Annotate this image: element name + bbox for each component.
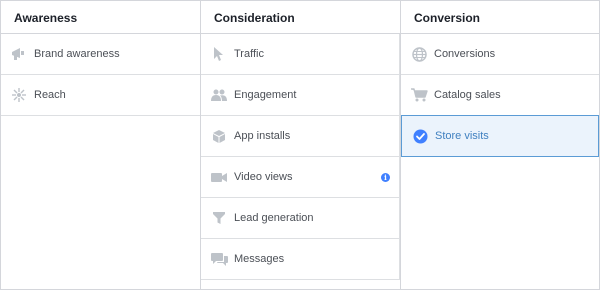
objective-label: Reach: [34, 89, 66, 101]
objective-engagement[interactable]: Engagement: [201, 75, 400, 116]
objective-label: App installs: [234, 130, 291, 142]
info-icon[interactable]: i: [381, 173, 390, 182]
objective-label: Catalog sales: [434, 89, 501, 101]
funnel-icon: [210, 209, 228, 227]
objective-label: Brand awareness: [34, 48, 120, 60]
objective-conversions[interactable]: Conversions: [401, 34, 599, 75]
objective-catalog-sales[interactable]: Catalog sales: [401, 75, 599, 116]
objective-app-installs[interactable]: App installs: [201, 116, 400, 157]
awareness-column: Awareness Brand awareness Reach: [1, 1, 200, 289]
chat-bubbles-icon: [210, 250, 228, 268]
globe-icon: [410, 45, 428, 63]
objective-video-views[interactable]: Video views i: [201, 157, 400, 198]
objective-messages[interactable]: Messages: [201, 239, 400, 280]
objective-store-visits[interactable]: Store visits: [401, 115, 599, 157]
objective-label: Lead generation: [234, 212, 314, 224]
megaphone-icon: [10, 45, 28, 63]
conversion-column: Conversion Conversions Catalog sales Sto…: [400, 1, 599, 289]
objective-label: Video views: [234, 171, 293, 183]
cart-icon: [410, 86, 428, 104]
objective-label: Store visits: [435, 130, 489, 142]
objective-selector: Awareness Brand awareness Reach Consider…: [0, 0, 600, 290]
objective-traffic[interactable]: Traffic: [201, 34, 400, 75]
consideration-header: Consideration: [201, 1, 400, 34]
objective-label: Engagement: [234, 89, 297, 101]
objective-label: Traffic: [234, 48, 264, 60]
consideration-column: Consideration Traffic Engagement App ins…: [200, 1, 400, 289]
objective-reach[interactable]: Reach: [1, 75, 200, 116]
conversion-header: Conversion: [401, 1, 599, 34]
cursor-icon: [210, 45, 228, 63]
objective-lead-generation[interactable]: Lead generation: [201, 198, 400, 239]
reach-icon: [10, 86, 28, 104]
objective-label: Messages: [234, 253, 285, 265]
awareness-header: Awareness: [1, 1, 200, 34]
people-icon: [210, 86, 228, 104]
box-icon: [210, 127, 228, 145]
checkmark-circle-icon: [411, 127, 429, 145]
objective-label: Conversions: [434, 48, 496, 60]
video-camera-icon: [210, 168, 228, 186]
objective-brand-awareness[interactable]: Brand awareness: [1, 34, 200, 75]
